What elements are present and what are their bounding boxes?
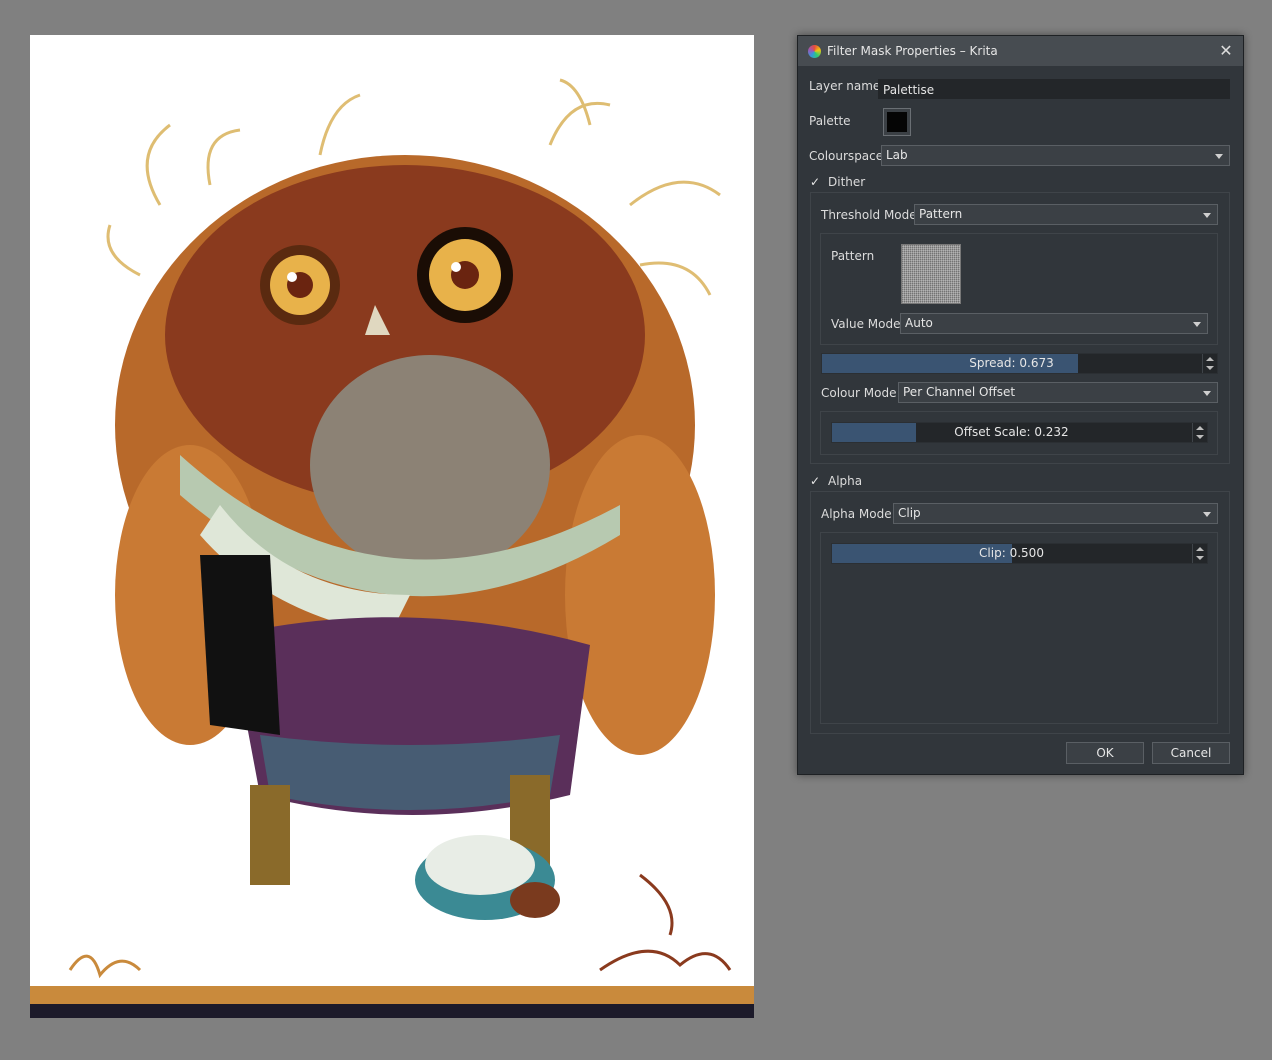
spread-slider-text: Spread: 0.673 bbox=[822, 354, 1201, 373]
offset-scale-spinner[interactable] bbox=[1192, 423, 1207, 442]
threshold-mode-value: Pattern bbox=[919, 207, 963, 221]
owl-artwork bbox=[68, 78, 732, 979]
spin-down-icon[interactable] bbox=[1196, 435, 1204, 439]
alpha-mode-value: Clip bbox=[898, 506, 921, 520]
chevron-down-icon bbox=[1193, 322, 1201, 327]
pattern-chooser-button[interactable] bbox=[901, 244, 961, 304]
chevron-down-icon bbox=[1215, 154, 1223, 159]
chevron-down-icon bbox=[1203, 213, 1211, 218]
filter-mask-properties-dialog: Filter Mask Properties – Krita ✕ Layer n… bbox=[797, 35, 1244, 775]
offset-scale-value: 0.232 bbox=[1034, 425, 1069, 439]
clip-slider[interactable]: Clip: 0.500 bbox=[831, 543, 1208, 564]
spin-up-icon[interactable] bbox=[1206, 357, 1214, 361]
offset-scale-label: Offset Scale: bbox=[954, 425, 1031, 439]
cancel-button[interactable]: Cancel bbox=[1152, 742, 1230, 764]
value-mode-value: Auto bbox=[905, 316, 933, 330]
image-footer-strip bbox=[30, 1004, 754, 1018]
colour-mode-value: Per Channel Offset bbox=[903, 385, 1016, 399]
palette-swatch-preview bbox=[887, 112, 907, 132]
clip-slider-text: Clip: 0.500 bbox=[832, 544, 1191, 563]
spread-slider[interactable]: Spread: 0.673 bbox=[821, 353, 1218, 374]
offset-scale-slider[interactable]: Offset Scale: 0.232 bbox=[831, 422, 1208, 443]
spin-up-icon[interactable] bbox=[1196, 547, 1204, 551]
alpha-label: Alpha bbox=[828, 474, 863, 488]
spin-up-icon[interactable] bbox=[1196, 426, 1204, 430]
pattern-label: Pattern bbox=[831, 249, 875, 263]
ok-button[interactable]: OK bbox=[1066, 742, 1144, 764]
dialog-titlebar[interactable]: Filter Mask Properties – Krita ✕ bbox=[798, 36, 1243, 66]
colourspace-value: Lab bbox=[886, 148, 908, 162]
palette-chooser-button[interactable] bbox=[883, 108, 911, 136]
colour-mode-label: Colour Mode bbox=[821, 386, 897, 400]
dither-checkbox[interactable]: ✓ bbox=[810, 176, 822, 188]
chevron-down-icon bbox=[1203, 391, 1211, 396]
dialog-title: Filter Mask Properties – Krita bbox=[827, 44, 998, 58]
offset-scale-slider-text: Offset Scale: 0.232 bbox=[832, 423, 1191, 442]
spread-value: 0.673 bbox=[1019, 356, 1054, 370]
layer-name-label: Layer name: bbox=[809, 79, 885, 93]
clip-spinner[interactable] bbox=[1192, 544, 1207, 563]
spin-down-icon[interactable] bbox=[1206, 366, 1214, 370]
image-bottom-bar bbox=[30, 986, 754, 1004]
colourspace-select[interactable]: Lab bbox=[881, 145, 1230, 166]
alpha-checkbox[interactable]: ✓ bbox=[810, 475, 822, 487]
dither-label: Dither bbox=[828, 175, 866, 189]
krita-app-icon bbox=[808, 44, 821, 58]
spread-spinner[interactable] bbox=[1202, 354, 1217, 373]
colourspace-label: Colourspace bbox=[809, 149, 884, 163]
colour-mode-select[interactable]: Per Channel Offset bbox=[898, 382, 1218, 403]
spread-label: Spread: bbox=[969, 356, 1016, 370]
chevron-down-icon bbox=[1203, 512, 1211, 517]
alpha-mode-select[interactable]: Clip bbox=[893, 503, 1218, 524]
layer-name-field[interactable]: Palettise bbox=[878, 79, 1230, 99]
value-mode-label: Value Mode bbox=[831, 317, 901, 331]
clip-value: 0.500 bbox=[1009, 546, 1044, 560]
close-icon[interactable]: ✕ bbox=[1217, 42, 1235, 60]
value-mode-select[interactable]: Auto bbox=[900, 313, 1208, 334]
spin-down-icon[interactable] bbox=[1196, 556, 1204, 560]
palette-label: Palette bbox=[809, 114, 851, 128]
threshold-mode-select[interactable]: Pattern bbox=[914, 204, 1218, 225]
clip-label: Clip: bbox=[979, 546, 1006, 560]
alpha-mode-label: Alpha Mode bbox=[821, 507, 892, 521]
threshold-mode-label: Threshold Mode bbox=[821, 208, 917, 222]
image-canvas[interactable] bbox=[30, 35, 754, 1018]
